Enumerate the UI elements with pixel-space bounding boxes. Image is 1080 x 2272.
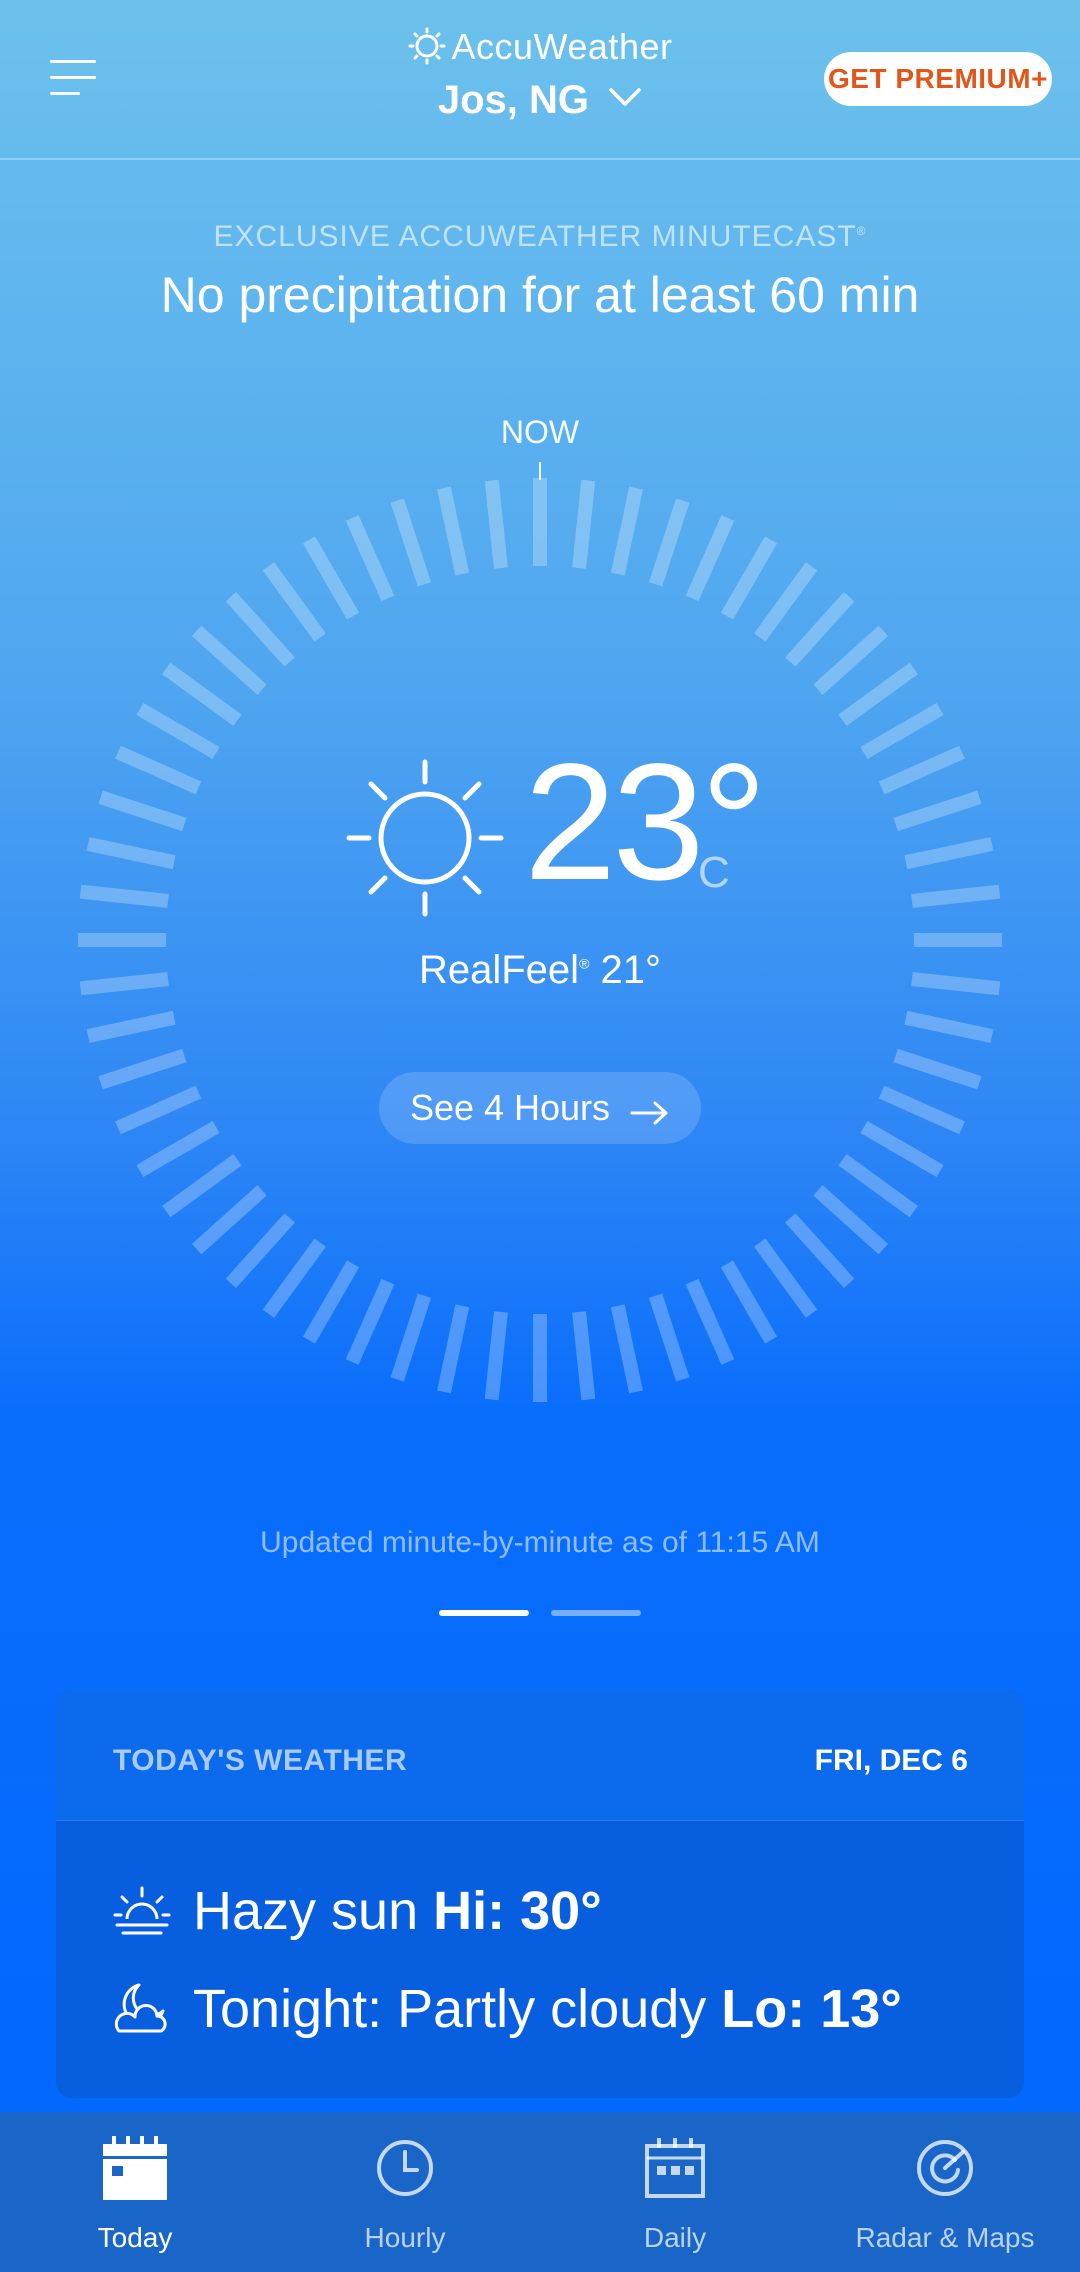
dial-tick [685, 1278, 735, 1365]
nav-today[interactable]: Today [0, 2112, 270, 2272]
dial-tick [115, 745, 202, 795]
night-forecast-row: Tonight: Partly cloudy Lo: 13° [113, 1978, 902, 2048]
dial-tick [838, 662, 918, 726]
dial-tick [838, 1154, 918, 1218]
dial-tick [813, 625, 889, 695]
card-title: TODAY'S WEATHER [113, 1744, 408, 1777]
dial-tick [911, 884, 1001, 908]
dial-tick [893, 790, 982, 832]
dial-tick [98, 790, 187, 832]
sun-icon [345, 758, 505, 923]
dial-tick [225, 1213, 295, 1289]
updated-timestamp: Updated minute-by-minute as of 11:15 AM [260, 1526, 820, 1559]
clock-icon [375, 2138, 435, 2198]
dial-tick [262, 562, 326, 642]
nav-hourly[interactable]: Hourly [270, 2112, 540, 2272]
dial-tick [860, 1120, 944, 1178]
todays-weather-card[interactable]: TODAY'S WEATHER FRI, DEC 6 Hazy sun Hi: … [56, 1690, 1024, 2098]
dial-tick [115, 1085, 202, 1135]
arrow-right-icon [630, 1101, 668, 1125]
dial-tick [754, 562, 818, 642]
dial-tick [136, 1120, 220, 1178]
nav-label-hourly: Hourly [364, 2222, 446, 2253]
dial-tick [136, 702, 220, 760]
dial-tick [262, 1238, 326, 1318]
dial-tick [390, 1293, 432, 1382]
calendar-today-icon [103, 2136, 167, 2200]
dial-tick [813, 1185, 889, 1255]
dial-tick [98, 1048, 187, 1090]
radar-icon [915, 2138, 975, 2198]
dial-tick [191, 625, 267, 695]
nav-label-radar-maps: Radar & Maps [855, 2222, 1035, 2253]
realfeel-registered-mark: ® [579, 955, 590, 972]
dial-tick [162, 1154, 242, 1218]
dial-tick [648, 498, 690, 587]
realfeel: RealFeel® 21° [0, 948, 1080, 993]
night-low: Lo: 13° [721, 1979, 902, 2039]
nav-label-daily: Daily [643, 2222, 707, 2253]
dial-tick [720, 536, 778, 620]
dial-tick [86, 837, 176, 870]
dial-tick [648, 1293, 690, 1382]
dial-tick [191, 1185, 267, 1255]
dial-tick [785, 1213, 855, 1289]
pager-dot-1[interactable] [439, 1610, 529, 1616]
dial-tick [860, 702, 944, 760]
day-condition: Hazy sun [193, 1881, 419, 1941]
card-date: FRI, DEC 6 [814, 1744, 968, 1777]
realfeel-value: 21° [600, 948, 662, 992]
dial-tick [79, 884, 169, 908]
night-condition: Tonight: Partly cloudy [193, 1979, 707, 2039]
dial-tick [437, 1304, 470, 1394]
dial-tick [345, 1278, 395, 1365]
nav-daily[interactable]: Daily [540, 2112, 810, 2272]
dial-tick [390, 498, 432, 587]
dial-tick [302, 536, 360, 620]
dial-tick [893, 1048, 982, 1090]
dial-tick [878, 745, 965, 795]
day-high: Hi: 30° [433, 1881, 602, 1941]
calendar-daily-icon [645, 2138, 705, 2198]
dial-tick [785, 591, 855, 667]
dial-tick [904, 837, 994, 870]
temperature-unit: C [698, 848, 730, 897]
dial-tick [437, 486, 470, 576]
dial-tick [685, 515, 735, 602]
dial-tick [225, 591, 295, 667]
dial-tick [904, 1010, 994, 1043]
dial-tick [754, 1238, 818, 1318]
day-forecast-row: Hazy sun Hi: 30° [113, 1880, 602, 1950]
dial-tick [162, 662, 242, 726]
dial-tick [572, 479, 596, 569]
dial-tick [610, 1304, 643, 1394]
realfeel-label: RealFeel [418, 948, 580, 992]
see-4-hours-button[interactable]: See 4 Hours [379, 1072, 701, 1144]
pager-dot-2[interactable] [551, 1610, 641, 1616]
dial-tick [86, 1010, 176, 1043]
moon-cloud-icon [113, 1981, 171, 2048]
dial-tick [720, 1260, 778, 1344]
dial-tick [610, 486, 643, 576]
dial-tick [878, 1085, 965, 1135]
bottom-navigation: Today Hourly Daily Radar & Maps [0, 2112, 1080, 2272]
dial-tick [484, 479, 508, 569]
nav-radar-maps[interactable]: Radar & Maps [810, 2112, 1080, 2272]
see-hours-label: See 4 Hours [409, 1087, 611, 1128]
hazy-sun-icon [113, 1885, 171, 1950]
dial-tick [302, 1260, 360, 1344]
dial-tick [484, 1311, 508, 1401]
dial-tick [345, 515, 395, 602]
dial-tick [572, 1311, 596, 1401]
nav-label-today: Today [97, 2222, 173, 2253]
